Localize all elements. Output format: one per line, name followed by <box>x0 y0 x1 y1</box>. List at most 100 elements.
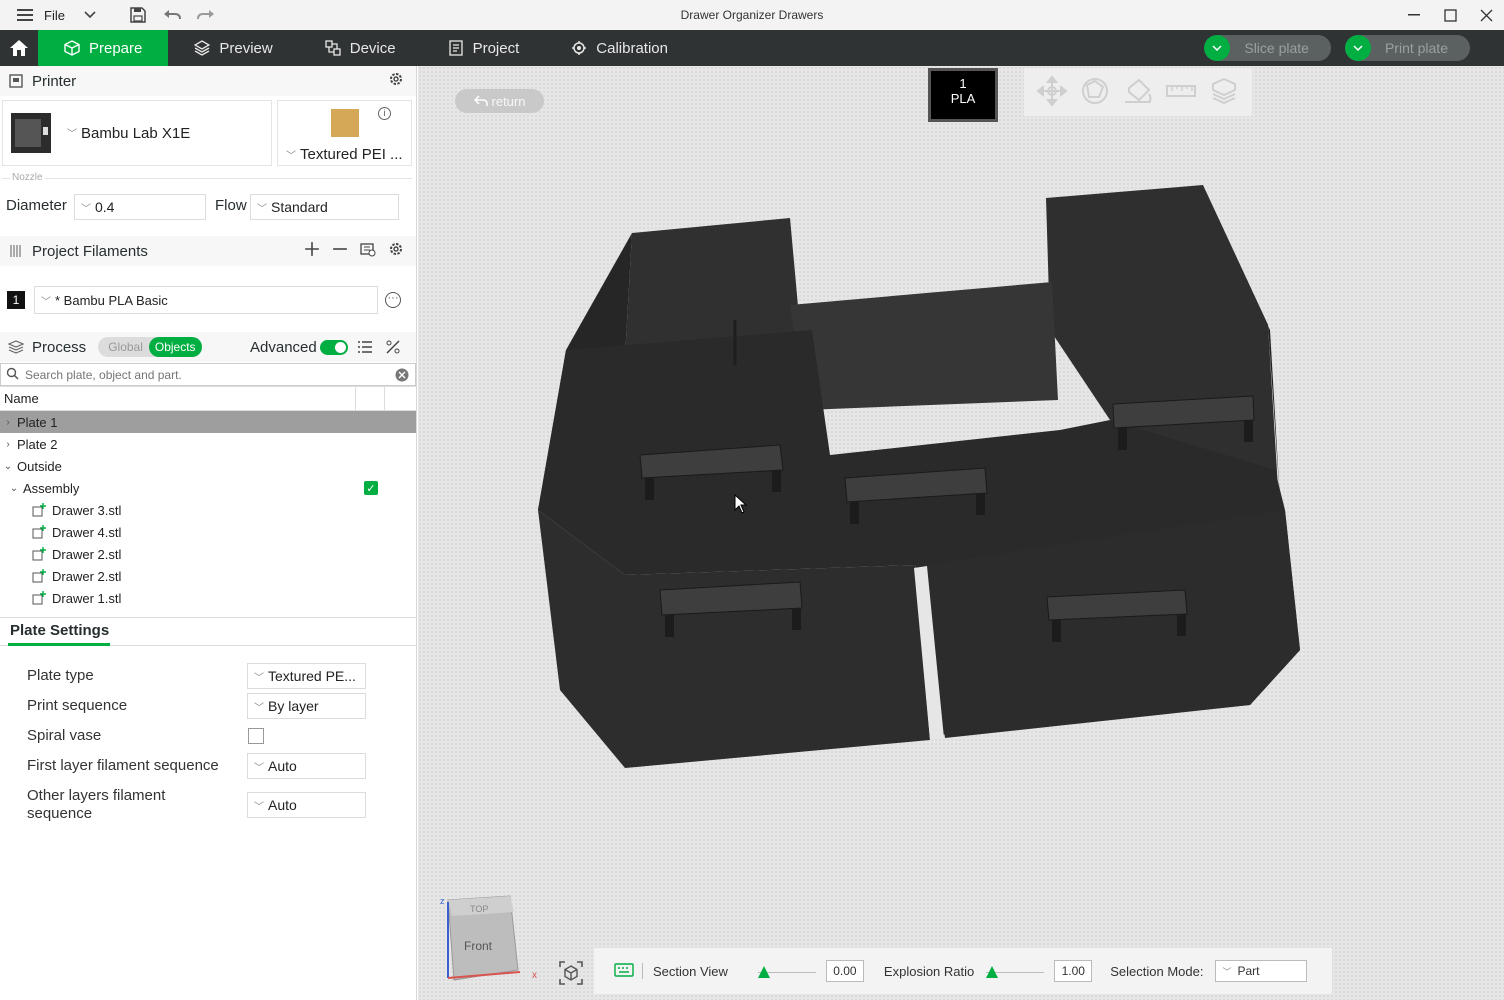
tab-prepare[interactable]: Prepare <box>38 30 169 66</box>
cube-icon <box>64 40 80 56</box>
tree-header-name[interactable]: Name <box>4 391 39 406</box>
hamburger-menu-icon[interactable] <box>10 0 40 30</box>
chevron-down-icon[interactable] <box>1344 35 1371 61</box>
drawer-organizer-model[interactable] <box>418 66 1504 1000</box>
global-objects-toggle[interactable]: Global Objects <box>98 337 202 357</box>
tree-file-row[interactable]: Drawer 2.stl <box>0 543 416 565</box>
slice-plate-button[interactable]: Slice plate <box>1204 35 1331 61</box>
close-icon[interactable] <box>1468 0 1504 30</box>
tab-device[interactable]: Device <box>299 30 422 66</box>
clear-search-icon[interactable] <box>395 368 409 385</box>
tab-plate-settings[interactable]: Plate Settings <box>10 622 109 639</box>
diameter-select[interactable]: ﹀ 0.4 <box>74 194 206 220</box>
tab-project[interactable]: Project <box>422 30 546 66</box>
minimize-icon[interactable] <box>1396 0 1432 30</box>
chevron-down-icon[interactable] <box>75 0 105 30</box>
tab-calibration[interactable]: Calibration <box>545 30 694 66</box>
nozzle-caption: Nozzle <box>10 172 45 183</box>
add-icon[interactable] <box>304 241 320 261</box>
more-options-icon[interactable]: ··· <box>385 292 401 308</box>
keyboard-icon[interactable] <box>614 962 634 980</box>
tree-file-row[interactable]: Drawer 1.stl <box>0 587 416 609</box>
filament-icon <box>10 245 21 257</box>
filament-select[interactable]: ﹀ * Bambu PLA Basic <box>34 286 378 314</box>
active-tab-underline <box>8 643 110 646</box>
list-icon[interactable] <box>357 339 373 359</box>
tree-file-row[interactable]: Drawer 2.stl <box>0 565 416 587</box>
remove-icon[interactable] <box>332 241 348 261</box>
tree-row[interactable]: › Plate 2 <box>0 433 416 455</box>
objects-option[interactable]: Objects <box>148 337 202 357</box>
part-file-icon <box>32 569 46 583</box>
redo-icon[interactable] <box>191 0 221 30</box>
explosion-ratio-slider-thumb[interactable] <box>986 966 999 978</box>
advanced-toggle[interactable] <box>320 340 348 355</box>
plate-settings-tabbar: Plate Settings <box>0 618 416 646</box>
chevron-down-icon: ﹀ <box>67 129 77 140</box>
spiral-vase-checkbox[interactable] <box>248 728 264 744</box>
tree-row[interactable]: ⌄ Outside <box>0 455 416 477</box>
plate-type-select[interactable]: ﹀ Textured PE... <box>247 663 366 689</box>
other-layers-sequence-value: Auto <box>268 797 297 813</box>
other-layers-sequence-select[interactable]: ﹀ Auto <box>247 792 366 818</box>
section-view-slider[interactable] <box>757 961 816 981</box>
home-icon[interactable] <box>0 30 38 66</box>
chevron-right-icon[interactable]: › <box>2 439 14 450</box>
chevron-down-icon[interactable]: ⌄ <box>8 483 20 494</box>
info-icon[interactable]: i <box>378 107 391 120</box>
navigation-cube[interactable]: TOP Front z x <box>440 892 550 992</box>
fit-view-icon[interactable] <box>558 960 584 986</box>
mouse-cursor <box>734 494 748 514</box>
undo-icon[interactable] <box>157 0 187 30</box>
gear-icon[interactable] <box>388 241 404 261</box>
print-sequence-select[interactable]: ﹀ By layer <box>247 693 366 719</box>
print-sequence-label: Print sequence <box>27 697 128 714</box>
tree-file-row[interactable]: Drawer 3.stl <box>0 499 416 521</box>
checkmark-icon[interactable]: ✓ <box>364 481 378 495</box>
other-layers-sequence-label-line1: Other layers filament <box>27 787 166 804</box>
search-box[interactable] <box>0 363 416 386</box>
chevron-right-icon[interactable]: › <box>2 417 14 428</box>
global-option[interactable]: Global <box>98 340 149 354</box>
save-icon[interactable] <box>123 0 153 30</box>
tab-project-label: Project <box>472 39 520 57</box>
printer-section-header: Printer <box>0 66 416 96</box>
printer-image <box>11 113 51 153</box>
file-menu[interactable]: File <box>44 8 65 23</box>
3d-viewport[interactable]: return 1 PLA TOP Front z x Section View … <box>418 66 1504 1000</box>
first-layer-sequence-value: Auto <box>268 758 297 774</box>
section-view-slider-thumb[interactable] <box>757 966 770 978</box>
printer-card[interactable]: ﹀ Bambu Lab X1E <box>2 100 272 166</box>
layers-icon <box>194 40 211 56</box>
sync-ams-icon[interactable] <box>360 241 376 261</box>
flow-select[interactable]: ﹀ Standard <box>250 194 399 220</box>
selection-mode-select[interactable]: ﹀ Part <box>1215 960 1308 982</box>
plate-card[interactable]: i ﹀ Textured PEI ... <box>277 100 412 166</box>
section-view-value[interactable]: 0.00 <box>825 960 864 982</box>
tab-preview[interactable]: Preview <box>168 30 298 66</box>
print-plate-button[interactable]: Print plate <box>1344 35 1470 61</box>
filament-index-badge[interactable]: 1 <box>7 291 25 309</box>
bottom-toolbar: Section View 0.00 Explosion Ratio 1.00 S… <box>594 948 1332 994</box>
chevron-down-icon: ﹀ <box>254 672 264 684</box>
first-layer-sequence-select[interactable]: ﹀ Auto <box>247 753 366 779</box>
chevron-down-icon[interactable]: ⌄ <box>2 461 14 472</box>
tree-row[interactable]: › Plate 1 <box>0 411 416 433</box>
calibration-icon <box>572 41 587 55</box>
project-icon <box>448 40 463 56</box>
search-input[interactable] <box>25 367 385 382</box>
chevron-down-icon: ﹀ <box>254 702 264 714</box>
explosion-ratio-slider[interactable] <box>986 961 1045 981</box>
explosion-ratio-value[interactable]: 1.00 <box>1054 960 1093 982</box>
tree-file-row[interactable]: Drawer 4.stl <box>0 521 416 543</box>
maximize-icon[interactable] <box>1432 0 1468 30</box>
tree-row[interactable]: ⌄ Assembly ✓ <box>0 477 416 499</box>
title-bar: File Drawer Organizer Drawers <box>0 0 1504 30</box>
tab-preview-label: Preview <box>219 39 273 57</box>
process-section-header: Process Global Objects Advanced <box>0 332 416 362</box>
gear-icon[interactable] <box>388 71 404 91</box>
chevron-down-icon[interactable] <box>1204 35 1231 61</box>
tree-row-label: Drawer 2.stl <box>52 568 122 584</box>
filaments-section-title: Project Filaments <box>32 242 148 260</box>
percent-icon[interactable] <box>385 339 401 359</box>
